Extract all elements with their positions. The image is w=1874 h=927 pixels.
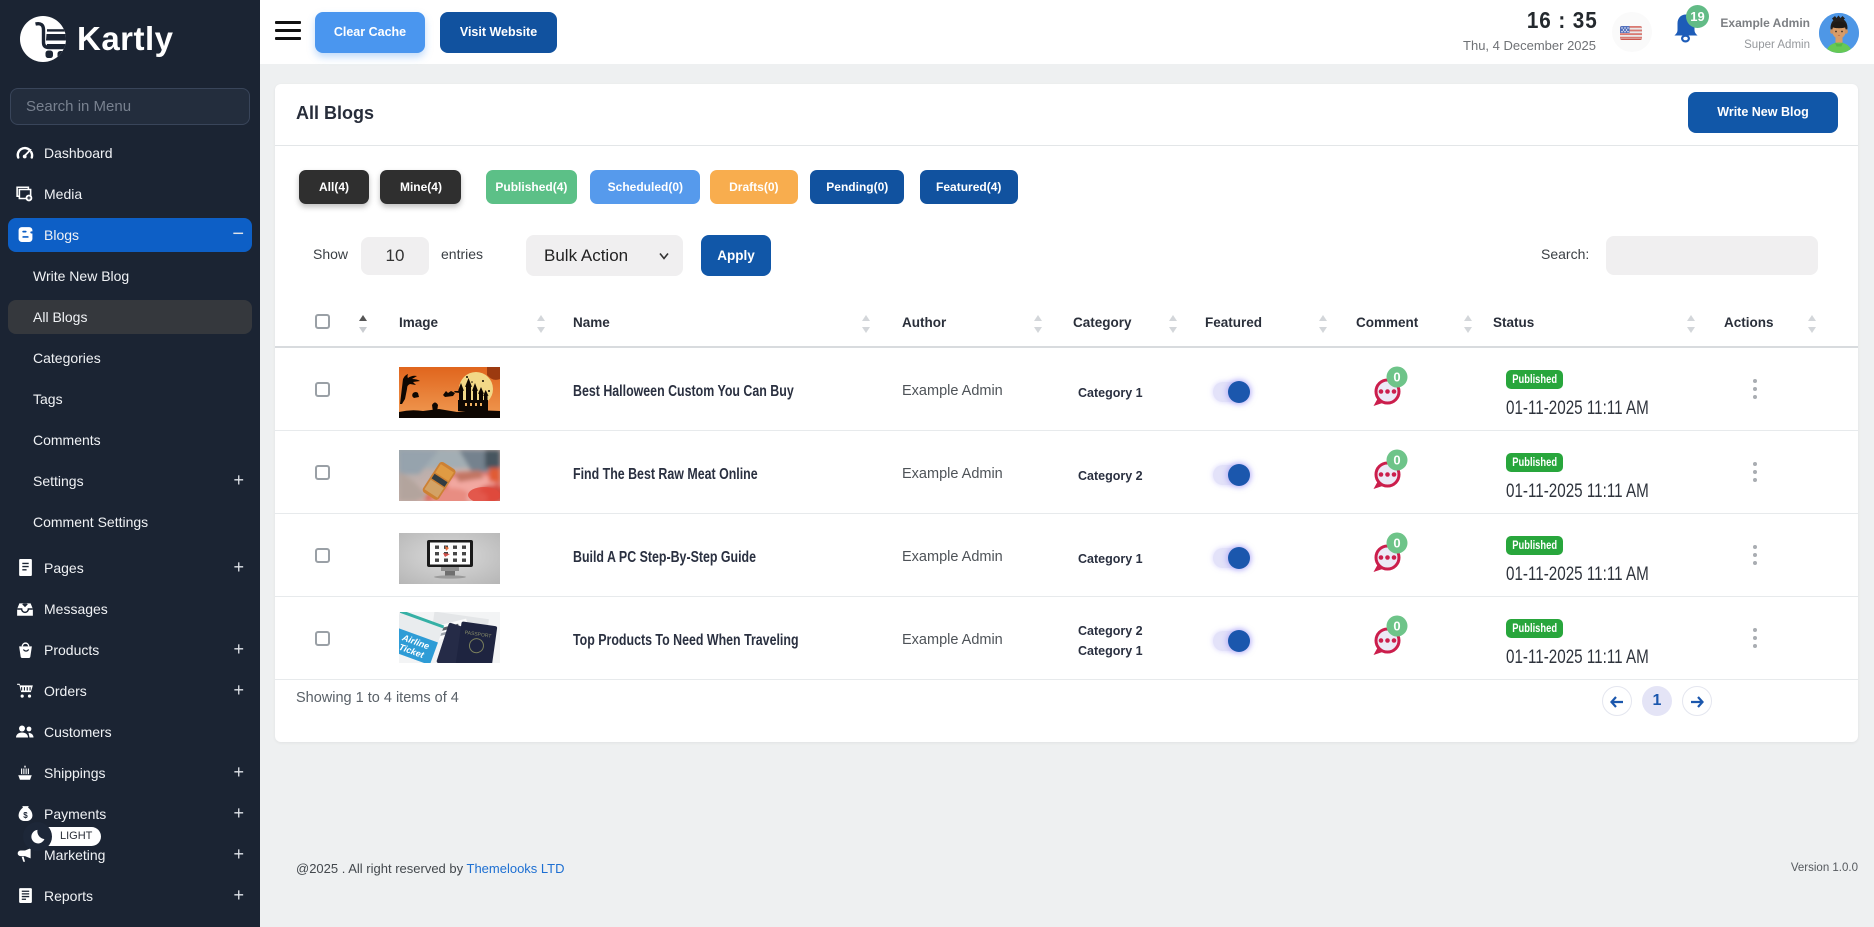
svg-text:0: 0 bbox=[1393, 619, 1400, 634]
svg-text:0: 0 bbox=[1393, 536, 1400, 551]
svg-text:0: 0 bbox=[1393, 370, 1400, 385]
svg-text:0: 0 bbox=[1393, 453, 1400, 468]
svg-text:$: $ bbox=[23, 811, 28, 820]
